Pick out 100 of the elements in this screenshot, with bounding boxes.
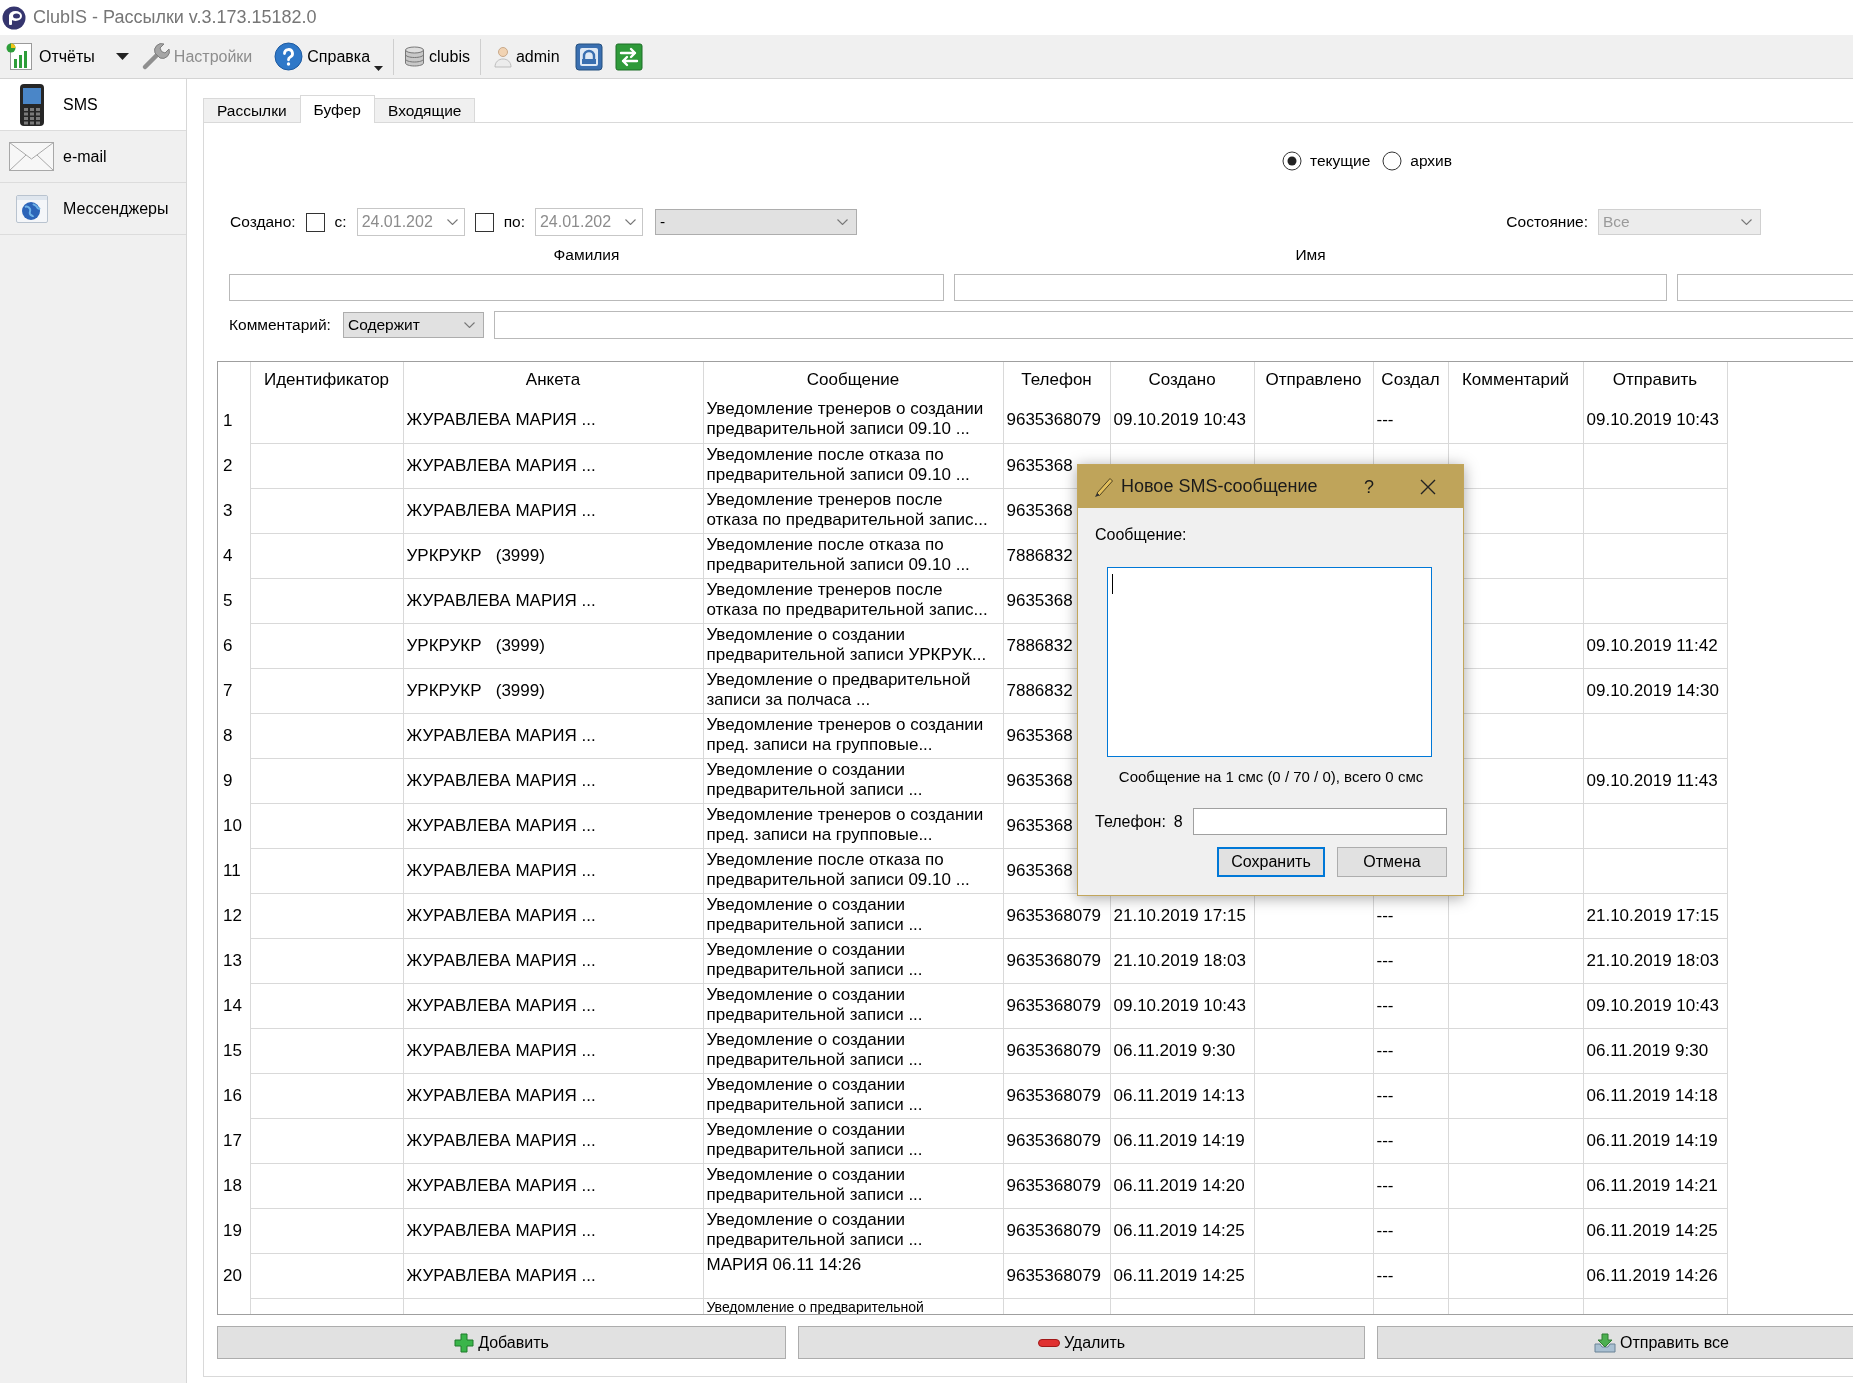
- mobile-phone-icon: [18, 82, 45, 127]
- table-cell: ЖУРАВЛЕВА МАРИЯ ...: [403, 983, 703, 1028]
- table-cell: ЖУРАВЛЕВА МАРИЯ ...: [403, 1163, 703, 1208]
- filter-field[interactable]: [229, 274, 944, 301]
- tab[interactable]: Входящие: [374, 98, 476, 122]
- text-cursor-icon: [1112, 574, 1113, 594]
- dropdown[interactable]: -: [654, 209, 857, 235]
- message-field[interactable]: [1107, 567, 1432, 757]
- table-cell: 06.11.2019 14:19: [1110, 1118, 1254, 1163]
- table-cell: 06.11.2019 14:20: [1110, 1163, 1254, 1208]
- table-cell: Уведомление о создании предварительной записи ...: [703, 758, 1003, 803]
- row-number: 4: [218, 533, 250, 578]
- table-cell: Уведомление о создании предварительной записи ...: [703, 983, 1003, 1028]
- to-label: по:: [503, 212, 525, 232]
- table-cell: ЖУРАВЛЕВА МАРИЯ ...: [403, 578, 703, 623]
- delete-button[interactable]: Удалить: [798, 1326, 1365, 1359]
- table-cell: Уведомление о создании предварительной записи ...: [703, 1028, 1003, 1073]
- table-cell: 06.11.2019 14:21: [1583, 1163, 1727, 1208]
- table-cell: ---: [1373, 1163, 1448, 1208]
- filter-field[interactable]: [1677, 274, 1853, 301]
- comment-field[interactable]: [493, 311, 1853, 339]
- toolbar-button[interactable]: Справка: [271, 37, 387, 76]
- row-number: 14: [218, 983, 250, 1028]
- toolbar-button[interactable]: Отчёты: [3, 37, 98, 76]
- radio-button[interactable]: [1382, 151, 1403, 171]
- database-icon: [404, 46, 426, 67]
- table-cell: ЖУРАВЛЕВА МАРИЯ ...: [403, 713, 703, 758]
- row-number: 3: [218, 488, 250, 533]
- caret-down-icon[interactable]: [115, 53, 129, 60]
- tab[interactable]: Рассылки: [203, 98, 301, 122]
- table-cell: ---: [1373, 1073, 1448, 1118]
- lock-icon[interactable]: [574, 42, 603, 71]
- table-cell: 06.11.2019 14:13: [1110, 1073, 1254, 1118]
- table-cell: Уведомление после отказа по предварительной записи 09.10 ...: [703, 848, 1003, 893]
- row-number: 9: [218, 758, 250, 803]
- table-cell: 06.11.2019 14:26: [1583, 1253, 1727, 1298]
- table-cell: ЖУРАВЛЕВА МАРИЯ ...: [403, 803, 703, 848]
- save-button[interactable]: Сохранить: [1217, 847, 1325, 877]
- from-label: с:: [334, 212, 347, 232]
- table-cell: ЖУРАВЛЕВА МАРИЯ ...: [403, 1073, 703, 1118]
- table-cell: 06.11.2019 14:25: [1110, 1253, 1254, 1298]
- send-all-button[interactable]: Отправить все: [1377, 1326, 1853, 1359]
- radio-button[interactable]: [1282, 151, 1302, 171]
- phone-field[interactable]: [1193, 808, 1447, 835]
- toolbar-button[interactable]: clubis: [401, 37, 473, 76]
- column-header: Создано: [1110, 362, 1254, 398]
- swap-arrows-icon[interactable]: [614, 42, 643, 71]
- chevron-down-icon: [463, 322, 475, 328]
- chevron-down-icon: [1741, 219, 1752, 225]
- table-cell: ЖУРАВЛЕВА МАРИЯ ...: [403, 1208, 703, 1253]
- table-cell: 9635368079: [1003, 1028, 1110, 1073]
- toolbar-button[interactable]: admin: [490, 37, 563, 76]
- phone-prefix: 8: [1173, 811, 1183, 832]
- radio-label: текущие: [1310, 151, 1371, 171]
- table-cell: 06.11.2019 14:25: [1583, 1208, 1727, 1253]
- chevron-down-icon: [446, 219, 458, 225]
- column-header: Телефон: [1003, 362, 1110, 398]
- table-cell: 9635368079: [1003, 398, 1110, 443]
- column-header: Создал: [1373, 362, 1448, 398]
- table-cell: 09.10.2019 14:30: [1583, 668, 1727, 713]
- row-number: 2: [218, 443, 250, 488]
- help-button[interactable]: ?: [1362, 475, 1376, 498]
- table-cell: ЖУРАВЛЕВА МАРИЯ ...: [403, 1118, 703, 1163]
- row-number: 7: [218, 668, 250, 713]
- radio-label: архив: [1410, 151, 1452, 171]
- table-cell: 9635368079: [1003, 983, 1110, 1028]
- column-header: Анкета: [403, 362, 703, 398]
- table-cell: ---: [1373, 1208, 1448, 1253]
- app-logo-icon: [2, 5, 26, 30]
- row-number: 13: [218, 938, 250, 983]
- row-number: 5: [218, 578, 250, 623]
- row-number: 19: [218, 1208, 250, 1253]
- row-number: 15: [218, 1028, 250, 1073]
- chart-document-icon: [6, 42, 35, 71]
- table-cell: ЖУРАВЛЕВА МАРИЯ ...: [403, 848, 703, 893]
- table-cell: 09.10.2019 10:43: [1583, 983, 1727, 1028]
- tab[interactable]: Буфер: [299, 95, 375, 123]
- table-cell: 21.10.2019 17:15: [1583, 893, 1727, 938]
- table-cell: УРКРУКР (3999): [403, 533, 703, 578]
- minus-icon: [1037, 1338, 1060, 1347]
- dropdown[interactable]: Содержит: [342, 312, 484, 338]
- state-label: Состояние:: [1506, 212, 1588, 232]
- filter-field[interactable]: [954, 274, 1667, 301]
- close-icon[interactable]: [1420, 478, 1436, 495]
- sidebar-item[interactable]: SMS: [0, 79, 186, 131]
- user-icon: [493, 45, 512, 68]
- table-cell: Уведомление о предварительной записи за полчаса ...: [703, 668, 1003, 713]
- row-number: 16: [218, 1073, 250, 1118]
- table-cell: 9635368079: [1003, 1073, 1110, 1118]
- globe-window-icon: [15, 194, 48, 223]
- add-button[interactable]: Добавить: [217, 1326, 786, 1359]
- table-cell: 09.10.2019 10:43: [1583, 398, 1727, 443]
- table-cell: 21.10.2019 18:03: [1110, 938, 1254, 983]
- table-cell: Уведомление тренеров о создании пред. записи на групповые...: [703, 713, 1003, 758]
- table-cell: ---: [1373, 1118, 1448, 1163]
- comment-label: Комментарий:: [229, 315, 331, 335]
- created-label: Создано:: [230, 212, 296, 232]
- table-cell: 21.10.2019 18:03: [1583, 938, 1727, 983]
- cancel-button[interactable]: Отмена: [1337, 847, 1447, 877]
- table-cell: 09.10.2019 11:43: [1583, 758, 1727, 803]
